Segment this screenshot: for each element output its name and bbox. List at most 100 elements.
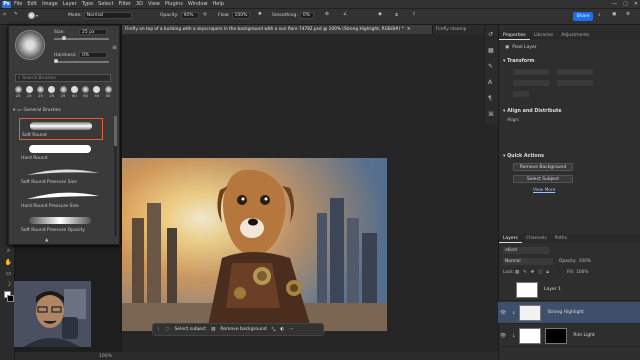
size-slider-thumb[interactable]	[62, 36, 66, 40]
preset-brush-8[interactable]: 50	[92, 86, 102, 102]
layer-row[interactable]: 👁︎ ↓ Rim Light	[498, 325, 640, 347]
color-swatches[interactable]	[3, 290, 14, 304]
minimize-button[interactable]: —	[612, 1, 617, 7]
brush-item-hard-round-pressure-size[interactable]: Hard Round Pressure Size	[19, 190, 103, 212]
close-button[interactable]: ✕	[634, 1, 638, 7]
layer-name[interactable]: Layer 1	[544, 287, 561, 292]
brush-item-soft-round[interactable]: Soft Round	[19, 118, 103, 140]
brush-preset-picker[interactable]: ▾	[28, 12, 38, 19]
visibility-eye-icon[interactable]: 👁︎	[498, 333, 508, 339]
layer-name[interactable]: Rim Light	[573, 333, 594, 338]
select-subject-button[interactable]: Select subject	[174, 327, 206, 332]
menu-image[interactable]: Image	[42, 1, 58, 7]
opacity-value[interactable]: 100%	[579, 259, 591, 264]
airbrush-icon[interactable]: ✺	[258, 12, 262, 17]
menu-window[interactable]: Window	[188, 1, 208, 7]
menu-help[interactable]: Help	[213, 1, 224, 7]
menu-filter[interactable]: Filter	[119, 1, 131, 7]
close-icon[interactable]: ✕	[407, 27, 411, 32]
panel-menu-icon[interactable]: ≡	[112, 44, 117, 51]
swatches-icon[interactable]: ▦	[488, 47, 494, 54]
size-slider[interactable]	[54, 36, 109, 40]
brush-item-soft-round-pressure-opacity[interactable]: Soft Round Pressure Opacity	[19, 214, 103, 236]
preset-brush-1[interactable]: 25	[13, 86, 23, 102]
brush-search-input[interactable]: ⌕ Search Brushes	[15, 74, 111, 82]
gear-icon[interactable]: ⚙	[626, 12, 630, 17]
home-icon[interactable]: ⌂	[3, 12, 6, 17]
size-input[interactable]: 25 px	[79, 29, 107, 35]
tool-shape-icon[interactable]: ▭	[3, 268, 14, 278]
tab-paths[interactable]: Paths	[551, 234, 571, 243]
remove-background-button[interactable]: Remove background	[220, 327, 266, 332]
y-input[interactable]	[557, 80, 593, 86]
share-button[interactable]: Share	[573, 12, 593, 21]
tab-properties[interactable]: Properties	[499, 31, 530, 40]
canvas-image[interactable]	[122, 158, 387, 331]
tab-adjustments[interactable]: Adjustments	[557, 31, 593, 40]
glyphs-icon[interactable]: ⌘	[488, 111, 494, 118]
symmetry-icon[interactable]: ⧖	[395, 12, 398, 18]
width-input[interactable]	[513, 69, 549, 75]
align-section-header[interactable]: ▾ Align and Distribute	[503, 109, 562, 114]
preset-brush-4[interactable]: 25	[47, 86, 57, 102]
lock-position-icon[interactable]: ✥	[531, 270, 535, 275]
background-color-swatch[interactable]	[7, 295, 14, 302]
layer-row-selected[interactable]: 👁︎ ↓ Strong Highlight	[498, 302, 640, 324]
tool-banana-icon[interactable]: ☽	[3, 279, 14, 289]
brush-list-scrollbar[interactable]	[114, 116, 117, 236]
layer-row[interactable]: Layer 1	[498, 279, 640, 301]
angle-icon[interactable]: ∠	[343, 12, 347, 17]
paragraph-icon[interactable]: ¶	[488, 95, 492, 102]
menu-select[interactable]: Select	[98, 1, 113, 7]
lock-pixels-icon[interactable]: ✎	[523, 270, 527, 275]
share-panel-icon[interactable]: ⇪	[412, 12, 416, 17]
maximize-button[interactable]: ▢	[623, 1, 628, 7]
pressure-size-icon[interactable]: ◉	[378, 12, 382, 17]
menu-edit[interactable]: Edit	[27, 1, 37, 7]
transform-icon[interactable]: ⤡	[272, 327, 276, 333]
tab-layers[interactable]: Layers	[499, 234, 522, 243]
preset-brush-7[interactable]: 50	[81, 86, 91, 102]
mode-select[interactable]: Normal	[83, 12, 132, 19]
preset-brush-5[interactable]: 25	[58, 86, 68, 102]
blend-mode-select[interactable]: Normal	[503, 258, 553, 265]
menu-view[interactable]: View	[148, 1, 160, 7]
layer-name[interactable]: Strong Highlight	[547, 310, 584, 315]
preset-brush-3[interactable]: 25	[36, 86, 46, 102]
brush-settings-icon[interactable]: ✎	[488, 63, 493, 70]
lock-transparent-icon[interactable]: ▦	[515, 270, 519, 275]
hardness-input[interactable]: 0%	[79, 52, 107, 58]
history-icon[interactable]: ↺	[488, 31, 493, 38]
x-input[interactable]	[513, 80, 549, 86]
pressure-opacity-icon[interactable]: ◎	[203, 12, 207, 17]
angle-input[interactable]	[513, 91, 529, 97]
menu-3d[interactable]: 3D	[136, 1, 143, 7]
layer-mask-thumbnail[interactable]	[545, 327, 568, 344]
hardness-slider-thumb[interactable]	[54, 59, 58, 63]
preset-brush-6[interactable]: 50	[69, 86, 79, 102]
view-more-link[interactable]: View More	[533, 188, 555, 193]
zoom-level[interactable]: 100%	[99, 354, 112, 359]
brush-item-soft-round-pressure-size[interactable]: Soft Round Pressure Size	[19, 166, 103, 188]
height-input[interactable]	[557, 69, 593, 75]
search-icon[interactable]: ⌕	[598, 12, 601, 18]
smoothing-input[interactable]: 0%	[299, 12, 314, 19]
workspace-icon[interactable]: ▣	[612, 12, 616, 17]
flow-input[interactable]: 100%	[231, 12, 250, 19]
panel-collapse-icon[interactable]: ▲	[45, 238, 48, 243]
lock-all-icon[interactable]: 🔒︎	[546, 270, 548, 275]
menu-file[interactable]: File	[14, 1, 22, 7]
opacity-input[interactable]: 90%	[180, 12, 199, 19]
select-subject-quick-action[interactable]: Select Subject	[513, 175, 573, 183]
lock-artboard-icon[interactable]: ▢	[538, 270, 542, 275]
scrollbar-thumb[interactable]	[114, 116, 117, 146]
menu-layer[interactable]: Layer	[63, 1, 77, 7]
adjust-icon[interactable]: ◐	[280, 327, 284, 332]
smoothing-options-icon[interactable]: ⚙	[325, 12, 329, 17]
preset-brush-2[interactable]: 25	[24, 86, 34, 102]
more-options-button[interactable]: ···	[289, 327, 293, 332]
hardness-slider[interactable]	[54, 59, 109, 63]
tab-libraries[interactable]: Libraries	[530, 31, 557, 40]
preset-brush-9[interactable]: 50	[103, 86, 113, 102]
visibility-eye-icon[interactable]: 👁︎	[498, 310, 508, 316]
